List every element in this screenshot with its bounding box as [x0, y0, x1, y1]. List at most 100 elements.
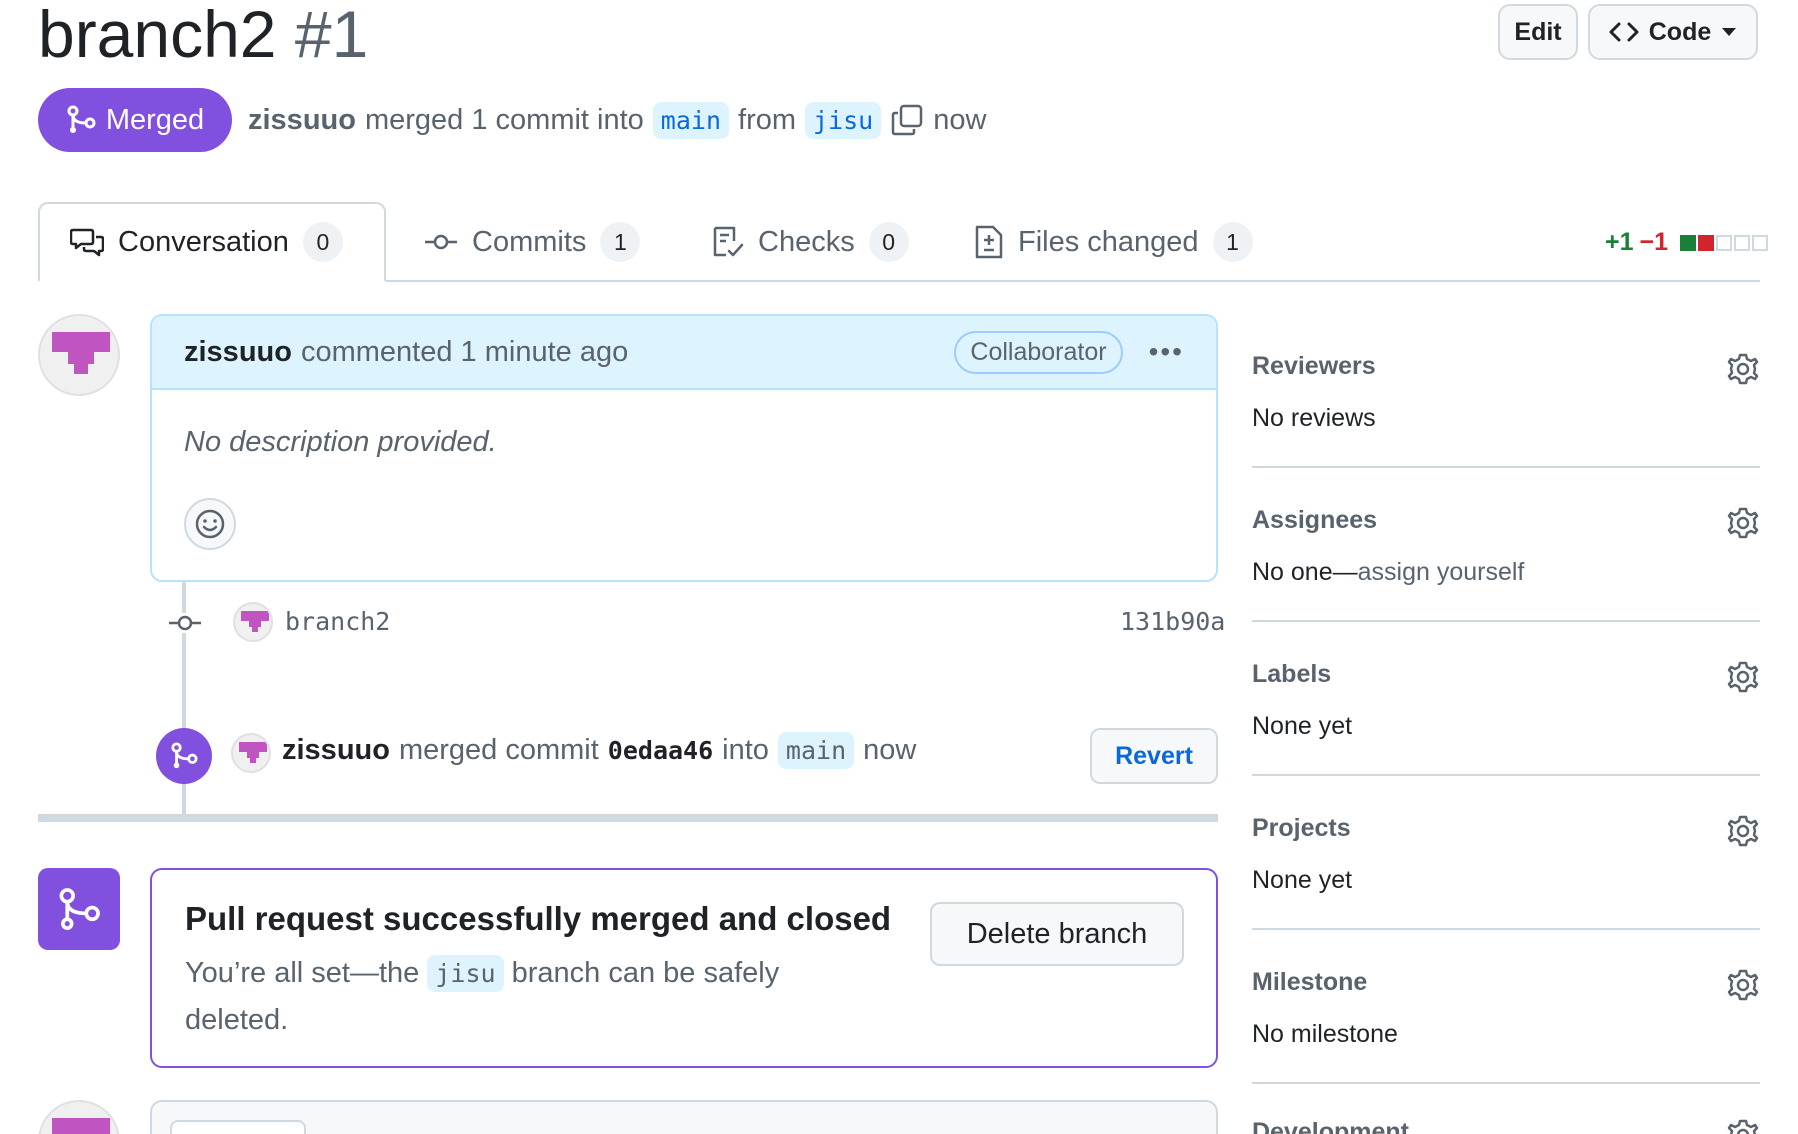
merge-action-text: merged 1 commit into	[364, 103, 644, 136]
avatar[interactable]	[38, 314, 120, 396]
tab-checks[interactable]: Checks 0	[682, 202, 939, 282]
tab-conversation-count: 0	[302, 222, 343, 262]
revert-button[interactable]: Revert	[1090, 728, 1218, 784]
file-diff-icon	[975, 225, 1003, 259]
gear-icon[interactable]	[1726, 352, 1760, 386]
edit-button[interactable]: Edit	[1498, 4, 1578, 60]
comment-header: zissuuo commented 1 minute ago Collabora…	[152, 316, 1216, 390]
collaborator-badge: Collaborator	[954, 330, 1123, 374]
merge-commit-sha[interactable]: 0edaa46	[608, 736, 713, 765]
sidebar-development-header[interactable]: Development	[1252, 1118, 1760, 1134]
merged-panel-title: Pull request successfully merged and clo…	[185, 900, 892, 937]
merge-event-badge	[156, 728, 212, 784]
git-merge-icon	[59, 888, 100, 930]
merged-panel-text-before: You’re all set—the	[185, 957, 420, 989]
diffstat-additions: +1	[1604, 228, 1634, 256]
merge-event-text: zissuuo merged commit 0edaa46 into main …	[282, 732, 916, 769]
add-reaction-button[interactable]	[184, 498, 236, 550]
gear-icon[interactable]	[1726, 814, 1760, 848]
from-text: from	[738, 103, 797, 136]
sidebar-divider	[1252, 774, 1760, 776]
assignees-none: No one—	[1252, 558, 1358, 586]
edit-button-label: Edit	[1514, 17, 1562, 46]
merge-summary: zissuuo merged 1 commit into main from j…	[248, 96, 986, 144]
timeline-divider	[38, 814, 1218, 822]
sidebar-assignees-header[interactable]: Assignees	[1252, 506, 1760, 540]
sidebar-milestone-header[interactable]: Milestone	[1252, 968, 1760, 1002]
commit-author-avatar[interactable]	[233, 602, 273, 642]
delete-branch-label: Delete branch	[966, 917, 1148, 950]
tab-files-changed-label: Files changed	[1018, 225, 1199, 258]
sidebar-labels-header[interactable]: Labels	[1252, 660, 1760, 694]
comment-author[interactable]: zissuuo	[184, 336, 292, 369]
labels-value: None yet	[1252, 712, 1353, 740]
gear-icon[interactable]	[1726, 1118, 1760, 1134]
merge-time: now	[933, 103, 987, 136]
pr-number: #1	[294, 0, 369, 71]
diffstat-bar	[1680, 234, 1768, 251]
comment-meta: commented 1 minute ago	[300, 335, 629, 368]
merger-avatar[interactable]	[231, 733, 271, 773]
sidebar-divider	[1252, 620, 1760, 622]
merge-target-branch[interactable]: main	[777, 732, 855, 769]
diffstat-deletions: −1	[1639, 228, 1668, 256]
tab-checks-label: Checks	[758, 225, 855, 258]
gear-icon[interactable]	[1726, 968, 1760, 1002]
tab-commits-count: 1	[600, 222, 641, 262]
page-title: branch2 #1	[38, 0, 368, 74]
assign-yourself-link[interactable]: assign yourself	[1358, 558, 1525, 586]
smiley-icon	[195, 509, 225, 539]
pr-title: branch2	[38, 0, 277, 71]
write-tab[interactable]	[170, 1120, 306, 1134]
tab-commits-label: Commits	[472, 225, 587, 258]
author-link[interactable]: zissuuo	[248, 104, 356, 137]
milestone-heading: Milestone	[1252, 968, 1368, 996]
projects-heading: Projects	[1252, 814, 1351, 842]
projects-value: None yet	[1252, 866, 1353, 894]
comment-body: No description provided.	[184, 426, 497, 458]
sidebar-reviewers-header[interactable]: Reviewers	[1252, 352, 1760, 386]
kebab-horizontal-icon[interactable]: •••	[1149, 336, 1184, 368]
checklist-icon	[713, 226, 744, 257]
merge-event-time: now	[863, 734, 917, 766]
new-comment-box	[150, 1100, 1218, 1134]
head-branch[interactable]: jisu	[805, 101, 882, 139]
merge-event-text2: into	[722, 734, 769, 766]
assignees-heading: Assignees	[1252, 506, 1378, 534]
development-heading: Development	[1252, 1118, 1409, 1134]
merged-panel-branch[interactable]: jisu	[427, 955, 504, 992]
git-commit-icon	[168, 613, 202, 633]
diffstat: +1 −1	[1605, 228, 1768, 257]
sidebar-divider	[1252, 1082, 1760, 1084]
git-merge-icon	[171, 742, 198, 769]
merged-panel-text: You’re all set—the jisu branch can be sa…	[185, 950, 885, 1043]
gear-icon[interactable]	[1726, 506, 1760, 540]
sidebar-projects-header[interactable]: Projects	[1252, 814, 1760, 848]
reviewers-heading: Reviewers	[1252, 352, 1376, 380]
tab-checks-count: 0	[868, 222, 909, 262]
reviewers-value: No reviews	[1252, 404, 1376, 432]
delete-branch-button[interactable]: Delete branch	[930, 902, 1184, 966]
tab-conversation[interactable]: Conversation 0	[38, 202, 386, 282]
gear-icon[interactable]	[1726, 660, 1760, 694]
code-icon	[1609, 22, 1639, 42]
labels-heading: Labels	[1252, 660, 1332, 688]
commit-sha[interactable]: 131b90a	[1120, 607, 1225, 636]
avatar[interactable]	[38, 1100, 120, 1134]
merge-event-text1: merged commit	[398, 734, 599, 766]
sidebar-divider	[1252, 466, 1760, 468]
git-commit-icon	[425, 234, 457, 250]
tab-files-changed-count: 1	[1212, 222, 1253, 262]
code-button[interactable]: Code	[1588, 4, 1758, 60]
merge-author[interactable]: zissuuo	[282, 734, 390, 767]
assignees-value: No one—assign yourself	[1252, 558, 1760, 587]
revert-label: Revert	[1115, 741, 1193, 770]
git-merge-icon	[67, 105, 96, 133]
comment-discussion-icon	[70, 228, 104, 257]
commit-message[interactable]: branch2	[285, 607, 390, 636]
copy-icon[interactable]	[890, 103, 924, 137]
merged-status-badge: Merged	[38, 88, 232, 152]
tab-commits[interactable]: Commits 1	[394, 202, 670, 282]
tab-files-changed[interactable]: Files changed 1	[944, 202, 1283, 282]
base-branch[interactable]: main	[652, 101, 730, 139]
